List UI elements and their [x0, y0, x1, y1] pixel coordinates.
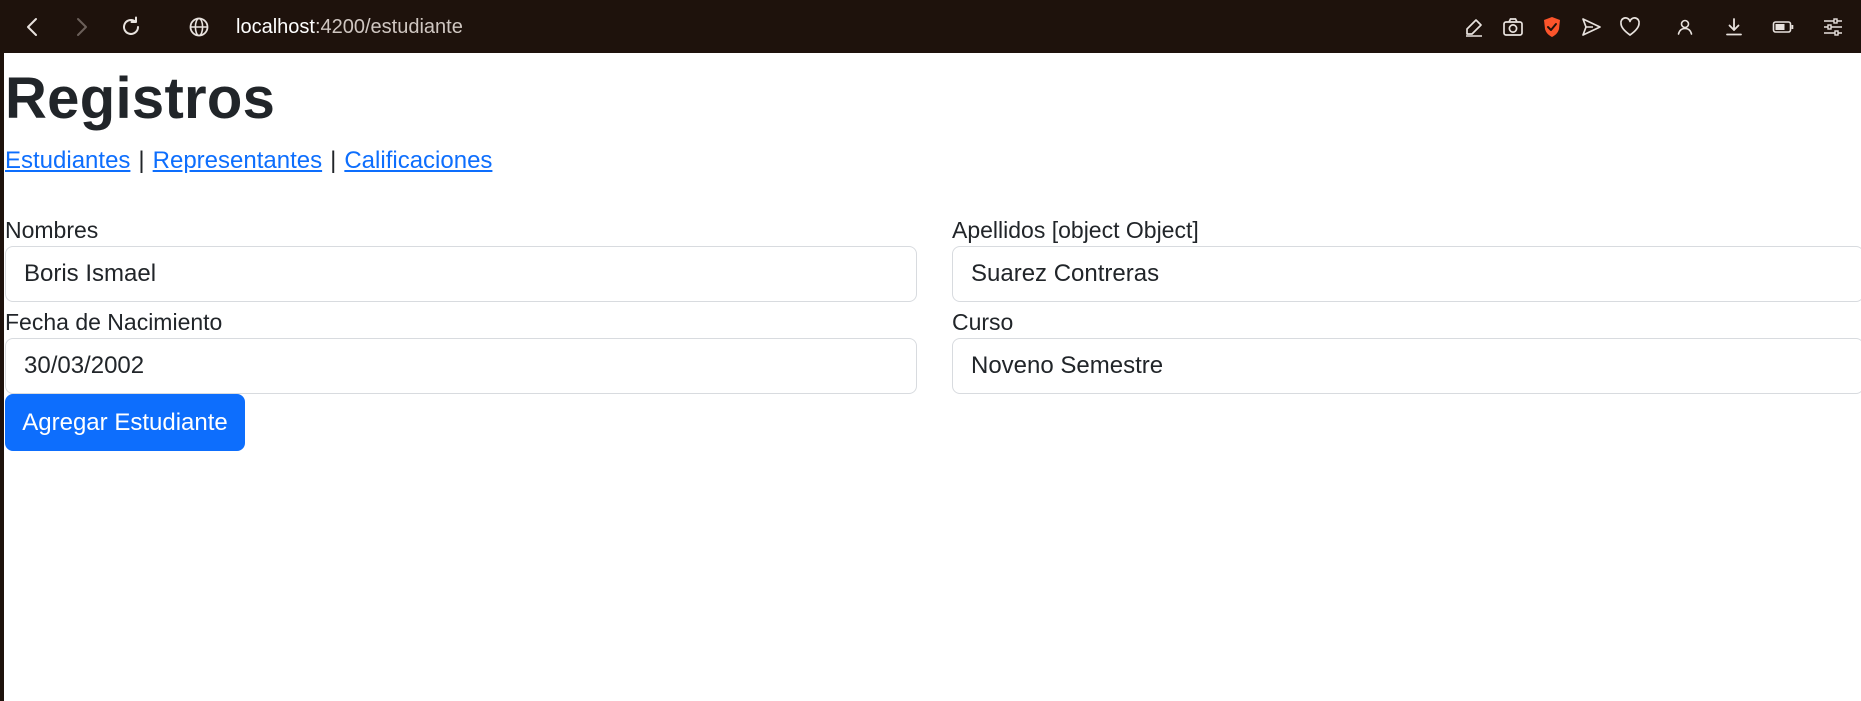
curso-input[interactable]: Noveno Semestre — [952, 338, 1861, 394]
globe-icon[interactable] — [182, 10, 216, 44]
apellidos-input[interactable]: Suarez Contreras — [952, 246, 1861, 302]
fecha-nacimiento-label: Fecha de Nacimiento — [5, 309, 223, 335]
profile-icon[interactable] — [1668, 10, 1702, 44]
page-content: Registros Estudiantes | Representantes | Cal… — [4, 53, 1861, 701]
nav-link-estudiantes[interactable]: Estudiantes — [5, 147, 130, 174]
settings-sliders-icon[interactable] — [1816, 10, 1850, 44]
page-title: Registros — [5, 66, 276, 131]
browser-toolbar: localhost:4200/estudiante — [0, 0, 1861, 53]
reload-icon[interactable] — [114, 10, 148, 44]
address-bar[interactable]: localhost:4200/estudiante — [236, 13, 463, 41]
download-icon[interactable] — [1717, 10, 1751, 44]
send-icon[interactable] — [1574, 10, 1608, 44]
nombres-input[interactable]: Boris Ismael — [5, 246, 917, 302]
forward-arrow-icon[interactable] — [64, 10, 98, 44]
nav-link-representantes[interactable]: Representantes — [153, 147, 322, 174]
nombres-label: Nombres — [5, 217, 99, 243]
heart-icon[interactable] — [1613, 10, 1647, 44]
edit-icon[interactable] — [1457, 10, 1491, 44]
url-host: localhost — [236, 15, 315, 38]
nav-links: Estudiantes | Representantes | Calificacione… — [5, 143, 492, 179]
nav-link-calificaciones[interactable]: Calificaciones — [344, 147, 492, 174]
nav-separator: | — [138, 147, 145, 174]
battery-icon[interactable] — [1766, 10, 1800, 44]
url-path: :4200/estudiante — [314, 15, 463, 38]
fecha-nacimiento-input[interactable]: 30/03/2002 — [5, 338, 917, 394]
back-arrow-icon[interactable] — [16, 10, 50, 44]
apellidos-label: Apellidos [object Object] — [952, 217, 1199, 243]
camera-icon[interactable] — [1496, 10, 1530, 44]
agregar-estudiante-button[interactable]: Agregar Estudiante — [5, 394, 245, 451]
shield-icon[interactable] — [1535, 10, 1569, 44]
curso-label: Curso — [952, 309, 1014, 335]
nav-separator: | — [330, 147, 337, 174]
